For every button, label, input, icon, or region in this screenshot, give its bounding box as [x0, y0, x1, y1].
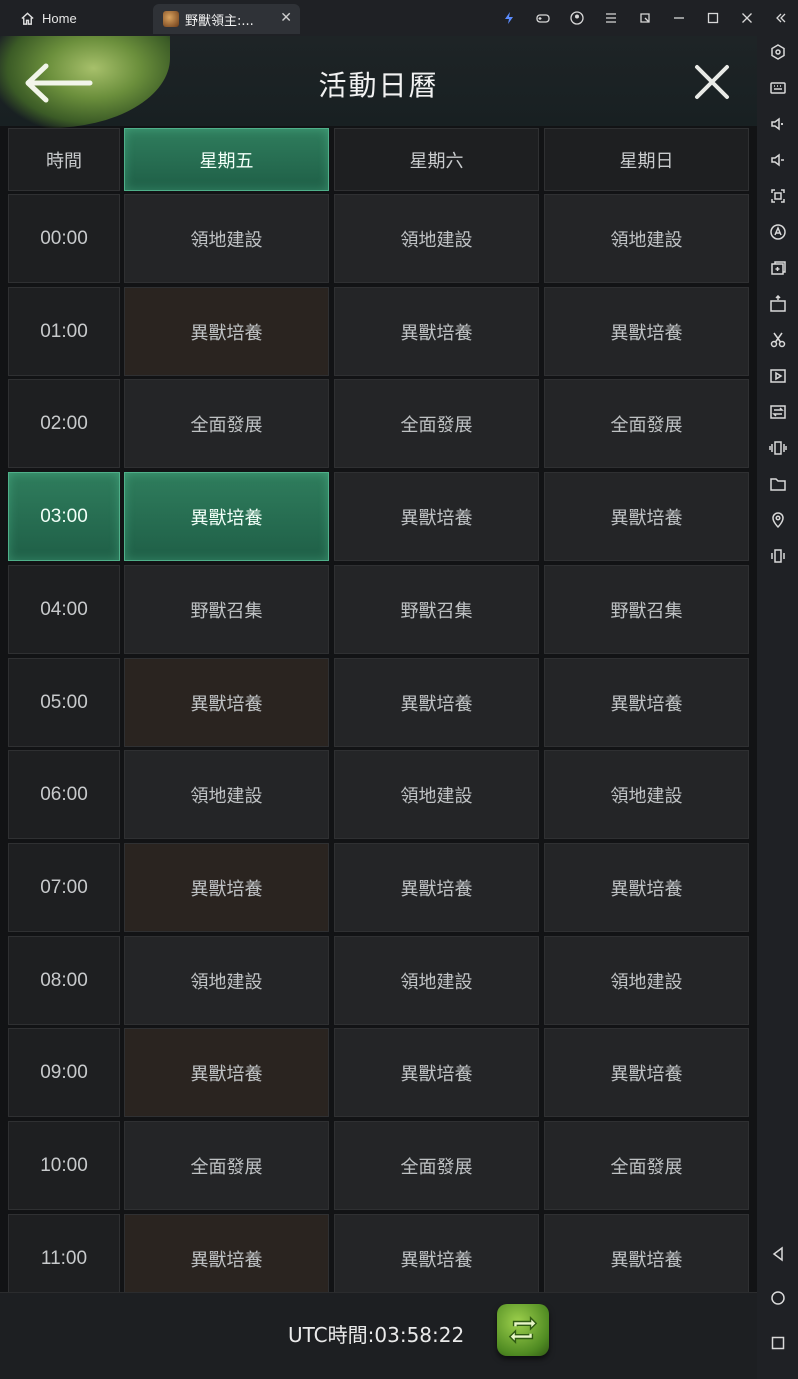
event-cell[interactable]: 全面發展	[544, 379, 749, 468]
title-bar: Home 野獸領主:... ✕	[0, 0, 798, 36]
time-cell: 07:00	[8, 843, 120, 932]
settings-icon[interactable]	[757, 40, 798, 64]
column-header-day[interactable]: 星期五	[124, 128, 329, 191]
location-icon[interactable]	[757, 508, 798, 532]
time-cell: 06:00	[8, 750, 120, 839]
volume-down-icon[interactable]	[757, 148, 798, 172]
back-nav-icon[interactable]	[757, 1242, 798, 1266]
keyboard-icon[interactable]	[757, 76, 798, 100]
event-cell[interactable]: 領地建設	[124, 936, 329, 1025]
event-cell[interactable]: 異獸培養	[544, 1214, 749, 1303]
game-tab[interactable]: 野獸領主:... ✕	[153, 4, 300, 34]
sync-icon[interactable]	[757, 400, 798, 424]
event-cell[interactable]: 異獸培養	[334, 472, 539, 561]
event-cell[interactable]: 領地建設	[334, 194, 539, 283]
event-cell[interactable]: 異獸培養	[334, 658, 539, 747]
multi-instance-icon[interactable]	[757, 256, 798, 280]
shake-icon[interactable]	[757, 436, 798, 460]
event-cell[interactable]: 領地建設	[334, 750, 539, 839]
time-cell: 01:00	[8, 287, 120, 376]
close-icon[interactable]	[730, 0, 764, 36]
event-cell[interactable]: 領地建設	[124, 750, 329, 839]
emulator-sidebar	[757, 36, 798, 1379]
event-cell[interactable]: 領地建設	[124, 194, 329, 283]
event-cell[interactable]: 異獸培養	[544, 658, 749, 747]
home-nav-icon[interactable]	[757, 1286, 798, 1310]
home-tab-label: Home	[42, 10, 77, 26]
game-viewport: 活動日曆 時間 星期五 星期六 星期日 00:00 領地建設 領地建設 領地建設 01:00 異獸…	[0, 36, 757, 1379]
media-icon[interactable]	[757, 364, 798, 388]
event-cell[interactable]: 野獸召集	[544, 565, 749, 654]
time-cell: 02:00	[8, 379, 120, 468]
restore-down-icon[interactable]	[628, 0, 662, 36]
column-header-time: 時間	[8, 128, 120, 191]
close-x-icon[interactable]	[692, 62, 732, 102]
macro-icon[interactable]	[757, 220, 798, 244]
rotate-icon[interactable]	[757, 544, 798, 568]
refresh-icon	[508, 1316, 538, 1344]
event-cell[interactable]: 異獸培養	[544, 287, 749, 376]
event-cell[interactable]: 領地建設	[544, 194, 749, 283]
event-cell[interactable]: 異獸培養	[124, 287, 329, 376]
menu-icon[interactable]	[594, 0, 628, 36]
event-cell[interactable]: 異獸培養	[544, 472, 749, 561]
cut-icon[interactable]	[757, 328, 798, 352]
event-cell[interactable]: 異獸培養	[124, 1214, 329, 1303]
time-cell: 11:00	[8, 1214, 120, 1303]
event-cell[interactable]: 領地建設	[544, 750, 749, 839]
footer-bar: UTC時間:03:58:22	[0, 1292, 757, 1379]
event-cell[interactable]: 領地建設	[544, 936, 749, 1025]
event-cell[interactable]: 異獸培養	[124, 843, 329, 932]
event-cell[interactable]: 異獸培養	[544, 1028, 749, 1117]
page-title: 活動日曆	[318, 69, 439, 102]
game-favicon-icon	[163, 11, 179, 27]
time-cell: 08:00	[8, 936, 120, 1025]
event-cell[interactable]: 領地建設	[334, 936, 539, 1025]
account-icon[interactable]	[560, 0, 594, 36]
apk-install-icon[interactable]	[757, 292, 798, 316]
event-cell[interactable]: 野獸召集	[124, 565, 329, 654]
gamepad-icon[interactable]	[526, 0, 560, 36]
minimize-icon[interactable]	[662, 0, 696, 36]
tab-close-icon[interactable]: ✕	[280, 10, 292, 26]
event-cell[interactable]: 異獸培養	[544, 843, 749, 932]
event-cell[interactable]: 全面發展	[124, 379, 329, 468]
utc-time: UTC時間:03:58:22	[288, 1323, 465, 1347]
column-header-day[interactable]: 星期日	[544, 128, 749, 191]
event-cell[interactable]: 異獸培養	[124, 658, 329, 747]
time-cell: 00:00	[8, 194, 120, 283]
screenshot-icon[interactable]	[757, 184, 798, 208]
home-tab[interactable]: Home	[0, 11, 150, 26]
time-cell: 04:00	[8, 565, 120, 654]
event-cell[interactable]: 野獸召集	[334, 565, 539, 654]
home-icon	[21, 11, 34, 25]
event-cell[interactable]: 異獸培養	[124, 1028, 329, 1117]
time-cell: 09:00	[8, 1028, 120, 1117]
time-cell: 03:00	[8, 472, 120, 561]
column-header-day[interactable]: 星期六	[334, 128, 539, 191]
bolt-icon[interactable]	[492, 0, 526, 36]
maximize-icon[interactable]	[696, 0, 730, 36]
refresh-button[interactable]	[497, 1304, 549, 1356]
event-cell[interactable]: 異獸培養	[334, 843, 539, 932]
event-cell[interactable]: 全面發展	[334, 379, 539, 468]
recents-nav-icon[interactable]	[757, 1331, 798, 1355]
event-cell[interactable]: 異獸培養	[334, 1214, 539, 1303]
collapse-sidebar-icon[interactable]	[764, 0, 798, 36]
game-tab-label: 野獸領主:...	[185, 13, 254, 29]
time-cell: 05:00	[8, 658, 120, 747]
event-cell[interactable]: 全面發展	[124, 1121, 329, 1210]
event-cell[interactable]: 全面發展	[544, 1121, 749, 1210]
event-cell[interactable]: 全面發展	[334, 1121, 539, 1210]
folder-icon[interactable]	[757, 472, 798, 496]
header-bar: 活動日曆	[0, 36, 757, 128]
volume-up-icon[interactable]	[757, 112, 798, 136]
time-cell: 10:00	[8, 1121, 120, 1210]
event-cell[interactable]: 異獸培養	[124, 472, 329, 561]
event-cell[interactable]: 異獸培養	[334, 1028, 539, 1117]
event-cell[interactable]: 異獸培養	[334, 287, 539, 376]
